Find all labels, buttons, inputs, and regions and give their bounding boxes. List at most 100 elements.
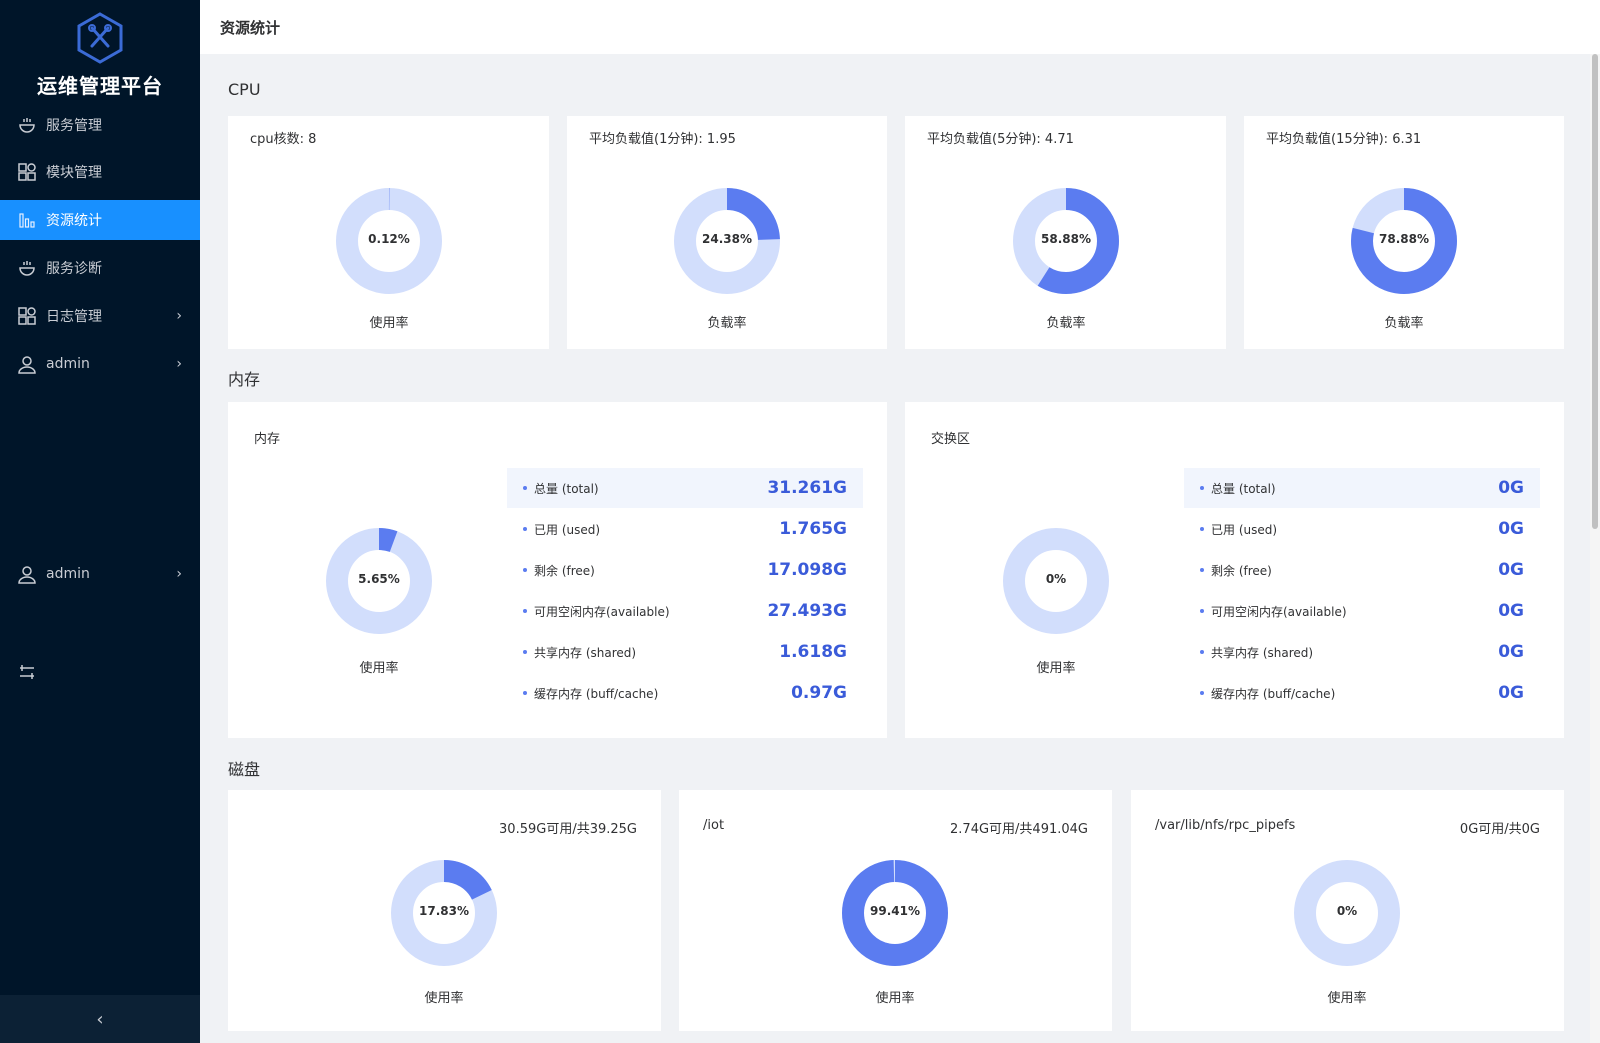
donut-caption: 使用率 xyxy=(424,991,464,1006)
stat-label: 总量 (total) xyxy=(534,481,599,496)
swap-card: 交换区 0% 使用率 总量 (total) 0G 已用 (used) 0G 剩余 (… xyxy=(905,402,1564,738)
bullet-dot xyxy=(523,527,527,531)
donut-caption: 负载率 xyxy=(707,316,747,331)
sidebar: 运维管理平台 服务管理 模块管理 资源统计 服务诊断 日志管理 › admin … xyxy=(0,0,200,1043)
bullet-dot xyxy=(523,568,527,572)
card-head: 平均负载值(15分钟): 6.31 xyxy=(1266,132,1422,147)
stat-row: 可用空闲内存(available) 0G xyxy=(1184,591,1540,631)
bullet-dot xyxy=(1200,650,1204,654)
chevron-right-icon: › xyxy=(176,566,182,582)
disk-capacity: 0G可用/共0G xyxy=(1459,822,1540,837)
sidebar-item-label: admin xyxy=(46,566,90,582)
page-header: 资源统计 xyxy=(200,0,1600,54)
stat-row: 缓存内存 (buff/cache) 0.97G xyxy=(507,673,863,713)
donut-percent: 17.83% xyxy=(419,904,469,918)
bullet-dot xyxy=(1200,568,1204,572)
stat-row: 缓存内存 (buff/cache) 0G xyxy=(1184,673,1540,713)
donut-caption: 使用率 xyxy=(1036,661,1076,676)
memory-card: 内存 5.65% 使用率 总量 (total) 31.261G 已用 (used)… xyxy=(228,402,887,738)
stat-label: 共享内存 (shared) xyxy=(1211,645,1314,660)
stat-label: 剩余 (free) xyxy=(534,563,595,578)
bullet-dot xyxy=(523,486,527,490)
stat-value: 31.261G xyxy=(767,478,847,498)
sidebar-item-module-management[interactable]: 模块管理 xyxy=(0,152,200,192)
donut-percent: 99.41% xyxy=(870,904,920,918)
donut-caption: 负载率 xyxy=(1046,316,1086,331)
user-icon xyxy=(16,353,38,375)
sidebar-item-admin-2[interactable]: admin › xyxy=(0,554,200,594)
stat-label: 共享内存 (shared) xyxy=(534,645,637,660)
chevron-right-icon: › xyxy=(176,308,182,324)
disk-path: /iot xyxy=(703,818,725,833)
stat-label: 剩余 (free) xyxy=(1211,563,1272,578)
stat-row: 已用 (used) 0G xyxy=(1184,509,1540,549)
bullet-dot xyxy=(523,650,527,654)
stat-value: 0G xyxy=(1498,601,1524,621)
service-icon xyxy=(16,257,38,279)
sidebar-item-admin[interactable]: admin › xyxy=(0,344,200,384)
stat-value: 0G xyxy=(1498,519,1524,539)
page-title: 资源统计 xyxy=(220,18,281,37)
grid-icon xyxy=(16,161,38,183)
sidebar-item-service-management[interactable]: 服务管理 xyxy=(0,105,200,145)
stat-row: 总量 (total) 0G xyxy=(1184,468,1540,508)
load-15min-card: 平均负载值(15分钟): 6.31 78.88% 负载率 xyxy=(1244,116,1564,349)
sidebar-item-label: 日志管理 xyxy=(46,309,102,325)
disk-path: /var/lib/nfs/rpc_pipefs xyxy=(1155,818,1296,833)
stat-label: 缓存内存 (buff/cache) xyxy=(1211,686,1336,701)
stat-row: 剩余 (free) 17.098G xyxy=(507,550,863,590)
load-5min-card: 平均负载值(5分钟): 4.71 58.88% 负载率 xyxy=(905,116,1226,349)
donut-percent: 78.88% xyxy=(1379,232,1429,246)
stat-value: 27.493G xyxy=(767,601,847,621)
stat-row: 已用 (used) 1.765G xyxy=(507,509,863,549)
card-head: 内存 xyxy=(254,432,281,447)
donut-percent: 0.12% xyxy=(368,232,410,246)
donut-caption: 使用率 xyxy=(1327,991,1367,1006)
donut-percent: 24.38% xyxy=(702,232,752,246)
stat-label: 可用空闲内存(available) xyxy=(1211,604,1347,619)
sidebar-item-service-diagnosis[interactable]: 服务诊断 xyxy=(0,248,200,288)
sidebar-item-log-management[interactable]: 日志管理 › xyxy=(0,296,200,336)
stat-label: 可用空闲内存(available) xyxy=(534,604,670,619)
stat-value: 0G xyxy=(1498,560,1524,580)
sidebar-item-unnamed[interactable] xyxy=(0,652,200,692)
bullet-dot xyxy=(523,609,527,613)
section-title-memory: 内存 xyxy=(228,370,261,389)
donut-caption: 使用率 xyxy=(875,991,915,1006)
stat-value: 17.098G xyxy=(767,560,847,580)
scrollbar[interactable] xyxy=(1590,54,1600,1043)
cpu-card: cpu核数: 8 0.12% 使用率 xyxy=(228,116,549,349)
section-title-disk: 磁盘 xyxy=(228,760,261,779)
bullet-dot xyxy=(1200,486,1204,490)
sidebar-item-label: 模块管理 xyxy=(46,165,102,181)
disk-capacity: 2.74G可用/共491.04G xyxy=(950,822,1088,837)
bullet-dot xyxy=(1200,609,1204,613)
scrollbar-thumb[interactable] xyxy=(1592,54,1598,529)
load-1min-card: 平均负载值(1分钟): 1.95 24.38% 负载率 xyxy=(567,116,887,349)
stat-row: 可用空闲内存(available) 27.493G xyxy=(507,591,863,631)
donut-percent: 0% xyxy=(1045,572,1067,586)
disk-card: /iot 2.74G可用/共491.04G 99.41% 使用率 xyxy=(679,790,1112,1031)
stat-label: 总量 (total) xyxy=(1211,481,1276,496)
sidebar-item-label: 服务管理 xyxy=(46,118,102,134)
stat-label: 已用 (used) xyxy=(534,522,601,537)
disk-capacity: 30.59G可用/共39.25G xyxy=(499,822,637,837)
donut-percent: 0% xyxy=(1336,904,1358,918)
bullet-dot xyxy=(1200,527,1204,531)
service-icon xyxy=(16,114,38,136)
collapse-sidebar-button[interactable]: ‹ xyxy=(0,995,200,1043)
user-icon xyxy=(16,563,38,585)
section-title-cpu: CPU xyxy=(228,80,261,99)
card-head: 平均负载值(5分钟): 4.71 xyxy=(927,132,1074,147)
stat-label: 缓存内存 (buff/cache) xyxy=(534,686,659,701)
server-icon xyxy=(16,661,38,683)
bar-chart-icon xyxy=(16,209,38,231)
app-logo-icon xyxy=(77,12,123,64)
app-title: 运维管理平台 xyxy=(37,74,163,98)
stat-value: 1.618G xyxy=(779,642,847,662)
sidebar-item-resource-stats[interactable]: 资源统计 xyxy=(0,200,200,240)
sidebar-item-label: 资源统计 xyxy=(46,213,102,229)
donut-percent: 5.65% xyxy=(358,572,400,586)
chevron-left-icon: ‹ xyxy=(96,1008,104,1030)
sidebar-item-label: 服务诊断 xyxy=(46,261,102,277)
